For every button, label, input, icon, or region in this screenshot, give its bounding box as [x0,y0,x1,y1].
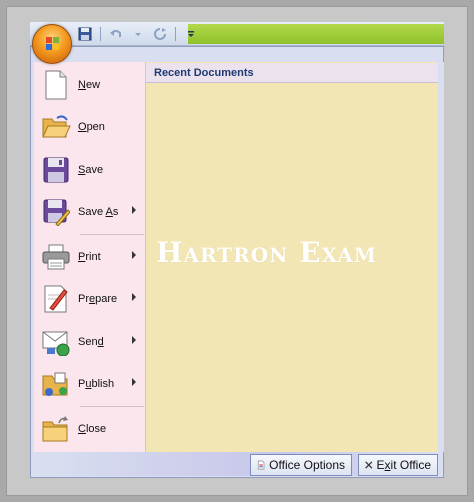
qat-separator [175,27,176,41]
redo-icon [154,28,166,40]
exit-office-button[interactable]: Exit Office [358,454,438,476]
menu-item-label: Open [78,121,105,133]
office-button[interactable] [32,24,72,64]
menu-item-close[interactable]: Close [36,409,144,449]
save-disk-icon [40,154,72,186]
watermark-text: Hartron Exam [156,236,377,269]
undo-icon [110,30,121,37]
qat-redo-button[interactable] [151,25,169,43]
recent-documents-header: Recent Documents [146,63,438,83]
printer-icon [40,241,72,273]
qat-separator [100,27,101,41]
menu-item-label: Print [78,251,101,263]
menu-item-label: Prepare [78,293,118,305]
customize-toolbar-icon [188,31,194,37]
menu-item-label: Publish [78,378,115,390]
menu-item-save[interactable]: Save [36,150,144,190]
quick-access-toolbar [76,24,200,44]
office-logo-icon [46,37,59,50]
chevron-down-icon [135,33,141,36]
prepare-document-icon [40,283,72,315]
office-options-label: Office Options [269,458,345,472]
menu-item-label: Save [78,164,104,176]
title-bar-accent [188,24,444,44]
exit-office-label: Exit Office [376,458,431,472]
menu-item-label: Send [78,336,104,348]
open-folder-icon [40,111,72,143]
menu-item-open[interactable]: Open [36,107,144,147]
send-mail-icon [40,326,72,358]
save-as-icon [40,196,72,228]
submenu-arrow-icon [132,293,136,301]
qat-customize-button[interactable] [182,25,200,43]
menu-item-print[interactable]: Print [36,237,144,277]
menu-divider [80,234,144,235]
submenu-arrow-icon [132,251,136,259]
qat-undo-dropdown[interactable] [129,25,147,43]
submenu-arrow-icon [132,206,136,214]
menu-item-prepare[interactable]: Prepare [36,279,144,319]
options-document-icon [257,460,265,470]
menu-item-send[interactable]: Send [36,322,144,362]
publish-folder-icon [40,368,72,400]
menu-item-publish[interactable]: Publish [36,364,144,404]
submenu-arrow-icon [132,378,136,386]
menu-item-save-as[interactable]: Save As [36,192,144,232]
new-document-icon [40,69,72,101]
menu-divider [80,406,144,407]
submenu-arrow-icon [132,336,136,344]
close-x-icon [365,461,373,469]
menu-right-edge [438,62,444,452]
menu-item-label: Save As [78,206,119,218]
close-folder-icon [40,413,72,445]
office-options-button[interactable]: Office Options [250,454,352,476]
menu-item-label: Close [78,423,107,435]
menu-item-label: New [78,79,101,91]
save-disk-icon [78,27,92,41]
menu-item-new[interactable]: New [36,65,144,105]
qat-undo-button[interactable] [107,25,125,43]
qat-save-button[interactable] [76,25,94,43]
